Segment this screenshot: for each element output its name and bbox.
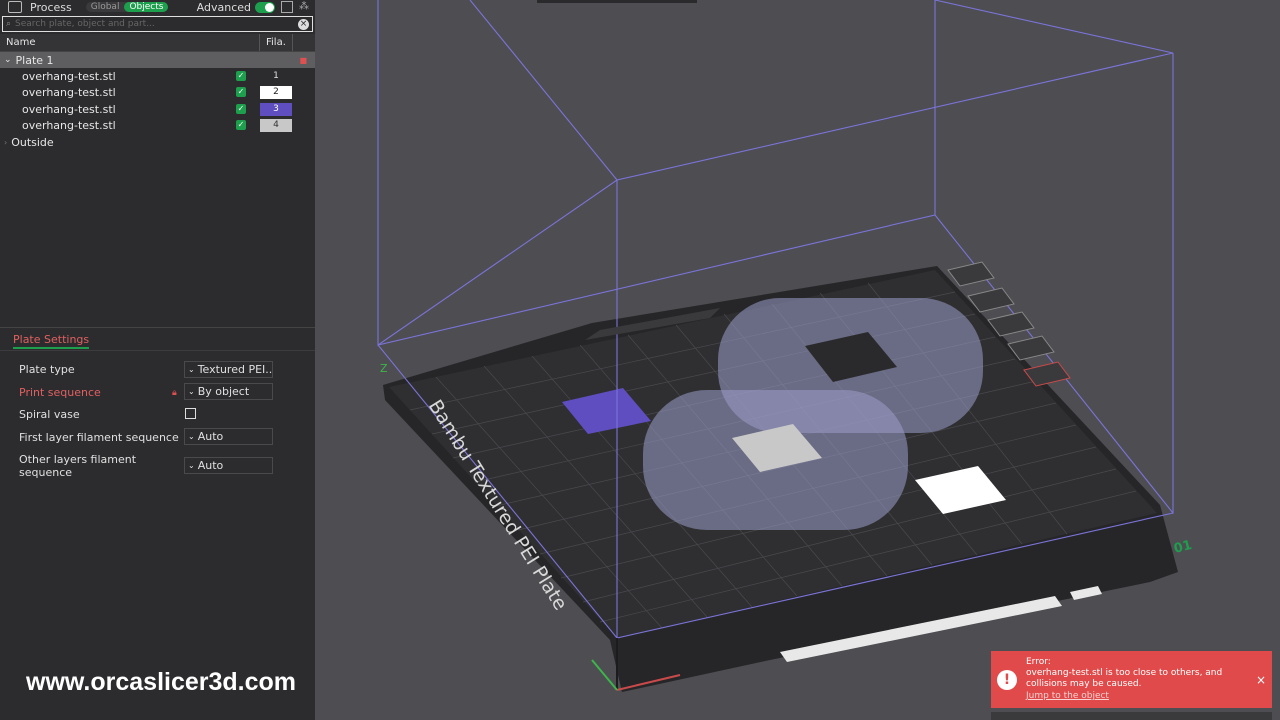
divider [0,350,315,351]
chevron-down-icon[interactable]: ⌄ [4,55,12,65]
plate-type-label: Plate type [19,363,75,376]
advanced-toggle[interactable] [255,1,275,13]
spiral-vase-checkbox[interactable] [185,408,196,419]
check-icon[interactable]: ✓ [236,120,246,130]
divider [0,327,315,328]
other-layers-label: Other layers filament [19,453,137,466]
clear-icon[interactable]: × [298,18,309,30]
notes-icon[interactable] [281,1,293,13]
notification-bar [991,712,1272,720]
other-layers-label-2: sequence [19,466,73,479]
plate-type-select[interactable]: ⌄ Textured PEI... [184,361,273,378]
other-layers-value: Auto [197,459,224,472]
error-notification: ! Error: overhang-test.stl is too close … [991,651,1272,708]
z-axis-label: Z [380,362,388,375]
y-axis [591,659,618,691]
chevron-right-icon[interactable]: › [4,138,7,147]
object-name: overhang-test.stl [22,102,116,116]
outside-row[interactable]: › Outside [0,134,315,150]
chevron-down-icon: ⌄ [188,432,195,441]
list-item[interactable]: overhang-test.stl ✓ 3 [0,101,315,117]
process-topbar: Process Global Objects Advanced ⁂ [0,0,315,14]
search-input[interactable] [11,18,298,30]
error-title: Error: [1026,657,1051,667]
print-sequence-value: By object [197,385,250,398]
name-column-header: Name [6,37,36,48]
jump-to-object-link[interactable]: Jump to the object [1026,691,1109,701]
error-icon: ! [997,670,1017,690]
plate-label: Plate 1 [15,53,54,67]
filament-selector[interactable]: 1 [260,69,292,83]
global-tab[interactable]: Global [86,2,125,12]
objects-tab[interactable]: Objects [124,2,169,12]
other-layers-select[interactable]: ⌄ Auto [184,457,273,474]
column-spacer [292,34,315,51]
close-icon[interactable]: × [1256,673,1266,687]
filament-selector[interactable]: 3 [260,102,292,116]
watermark: www.orcaslicer3d.com [26,668,297,696]
filament-column-header: Fila. [266,37,286,48]
search-box[interactable]: ⌕ × [2,16,313,32]
filament-selector[interactable]: 2 [260,85,292,99]
first-layer-value: Auto [197,430,224,443]
lock-icon[interactable]: 🔒︎ [172,388,177,398]
sidebar: Process Global Objects Advanced ⁂ ⌕ × Na… [0,0,315,720]
list-item[interactable]: overhang-test.stl ✓ 4 [0,117,315,133]
check-icon[interactable]: ✓ [236,87,246,97]
check-icon[interactable]: ✓ [236,71,246,81]
first-layer-select[interactable]: ⌄ Auto [184,428,273,445]
top-toolbar-edge [537,0,697,3]
process-icon [8,1,22,13]
check-icon[interactable]: ✓ [236,104,246,114]
plate-settings-tab[interactable]: Plate Settings [13,333,90,349]
error-message: overhang-test.stl is too close to others… [1026,668,1223,689]
spiral-vase-label: Spiral vase [19,408,80,421]
list-item[interactable]: overhang-test.stl ✓ 2 [0,84,315,100]
global-objects-switch[interactable]: Global Objects [85,2,169,12]
advanced-label: Advanced [196,0,251,14]
outside-label: Outside [11,135,54,149]
object-name: overhang-test.stl [22,85,116,99]
print-sequence-label: Print sequence [19,386,101,399]
chevron-down-icon: ⌄ [188,387,195,396]
list-item[interactable]: overhang-test.stl ✓ 1 [0,68,315,84]
filament-selector[interactable]: 4 [260,118,292,132]
print-sequence-select[interactable]: ⌄ By object [184,383,273,400]
3d-viewport[interactable]: Z Bambu Textured PEI Plate 01 [315,0,1280,720]
close-plate-button[interactable] [947,261,995,287]
plate-row[interactable]: ⌄ Plate 1 ■ [0,52,315,68]
plate-type-value: Textured PEI... [197,363,273,376]
first-layer-label: First layer filament sequence [19,431,179,444]
plate-number: 01 [1172,538,1193,557]
object-name: overhang-test.stl [22,118,116,132]
chevron-down-icon: ⌄ [188,461,195,470]
object-name: overhang-test.stl [22,69,116,83]
compare-icon[interactable]: ⁂ [299,2,309,12]
process-label: Process [30,0,72,14]
remove-plate-icon[interactable]: ■ [299,56,307,65]
chevron-down-icon: ⌄ [188,365,195,374]
object-list-header: Name Fila. [0,34,315,52]
